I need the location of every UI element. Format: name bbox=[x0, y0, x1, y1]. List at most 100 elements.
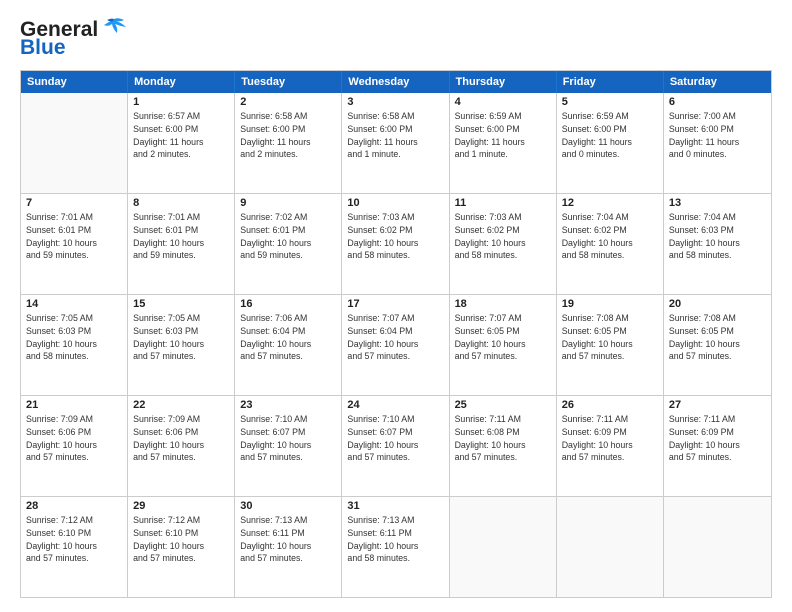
calendar-row: 21 Sunrise: 7:09 AM Sunset: 6:06 PM Dayli… bbox=[21, 395, 771, 496]
day-info: Sunrise: 6:57 AM Sunset: 6:00 PM Dayligh… bbox=[133, 110, 229, 161]
calendar-cell: 31 Sunrise: 7:13 AM Sunset: 6:11 PM Dayli… bbox=[342, 497, 449, 597]
day-info: Sunrise: 7:06 AM Sunset: 6:04 PM Dayligh… bbox=[240, 312, 336, 363]
calendar-cell: 14 Sunrise: 7:05 AM Sunset: 6:03 PM Dayli… bbox=[21, 295, 128, 395]
calendar-header-cell: Friday bbox=[557, 71, 664, 93]
calendar-cell: 1 Sunrise: 6:57 AM Sunset: 6:00 PM Daylig… bbox=[128, 93, 235, 193]
calendar-cell: 13 Sunrise: 7:04 AM Sunset: 6:03 PM Dayli… bbox=[664, 194, 771, 294]
day-info: Sunrise: 7:12 AM Sunset: 6:10 PM Dayligh… bbox=[133, 514, 229, 565]
calendar-cell bbox=[450, 497, 557, 597]
calendar-cell: 18 Sunrise: 7:07 AM Sunset: 6:05 PM Dayli… bbox=[450, 295, 557, 395]
calendar-cell bbox=[21, 93, 128, 193]
calendar-cell: 22Sunrise: 7:09 AM Sunset: 6:06 PM Dayli… bbox=[128, 396, 235, 496]
calendar-cell: 20 Sunrise: 7:08 AM Sunset: 6:05 PM Dayli… bbox=[664, 295, 771, 395]
day-info: Sunrise: 7:07 AM Sunset: 6:04 PM Dayligh… bbox=[347, 312, 443, 363]
day-number: 6 bbox=[669, 96, 766, 108]
calendar-row: 14 Sunrise: 7:05 AM Sunset: 6:03 PM Dayli… bbox=[21, 294, 771, 395]
day-info: Sunrise: 7:07 AM Sunset: 6:05 PM Dayligh… bbox=[455, 312, 551, 363]
day-number: 21 bbox=[26, 399, 122, 411]
calendar-header-cell: Saturday bbox=[664, 71, 771, 93]
day-info: Sunrise: 7:01 AM Sunset: 6:01 PM Dayligh… bbox=[26, 211, 122, 262]
day-number: 24 bbox=[347, 399, 443, 411]
calendar-cell: 17 Sunrise: 7:07 AM Sunset: 6:04 PM Dayli… bbox=[342, 295, 449, 395]
day-number: 9 bbox=[240, 197, 336, 209]
day-info: Sunrise: 7:08 AM Sunset: 6:05 PM Dayligh… bbox=[669, 312, 766, 363]
day-info: Sunrise: 7:09 AM Sunset: 6:06 PM Dayligh… bbox=[133, 413, 229, 464]
day-number: 7 bbox=[26, 197, 122, 209]
calendar-cell: 28 Sunrise: 7:12 AM Sunset: 6:10 PM Dayli… bbox=[21, 497, 128, 597]
calendar-row: 1 Sunrise: 6:57 AM Sunset: 6:00 PM Daylig… bbox=[21, 93, 771, 193]
calendar: SundayMondayTuesdayWednesdayThursdayFrid… bbox=[20, 70, 772, 598]
day-number: 1 bbox=[133, 96, 229, 108]
day-number: 5 bbox=[562, 96, 658, 108]
logo-blue: Blue bbox=[20, 36, 66, 60]
day-info: Sunrise: 7:11 AM Sunset: 6:08 PM Dayligh… bbox=[455, 413, 551, 464]
day-info: Sunrise: 7:01 AM Sunset: 6:01 PM Dayligh… bbox=[133, 211, 229, 262]
day-info: Sunrise: 7:00 AM Sunset: 6:00 PM Dayligh… bbox=[669, 110, 766, 161]
day-number: 15 bbox=[133, 298, 229, 310]
day-number: 26 bbox=[562, 399, 658, 411]
day-number: 12 bbox=[562, 197, 658, 209]
calendar-cell: 3 Sunrise: 6:58 AM Sunset: 6:00 PM Daylig… bbox=[342, 93, 449, 193]
calendar-cell: 15 Sunrise: 7:05 AM Sunset: 6:03 PM Dayli… bbox=[128, 295, 235, 395]
day-info: Sunrise: 7:04 AM Sunset: 6:02 PM Dayligh… bbox=[562, 211, 658, 262]
day-number: 31 bbox=[347, 500, 443, 512]
calendar-cell: 10 Sunrise: 7:03 AM Sunset: 6:02 PM Dayli… bbox=[342, 194, 449, 294]
calendar-cell: 30 Sunrise: 7:13 AM Sunset: 6:11 PM Dayli… bbox=[235, 497, 342, 597]
day-info: Sunrise: 7:12 AM Sunset: 6:10 PM Dayligh… bbox=[26, 514, 122, 565]
day-number: 20 bbox=[669, 298, 766, 310]
logo-bird-icon bbox=[100, 17, 128, 39]
day-number: 17 bbox=[347, 298, 443, 310]
page: General Blue SundayMondayTuesdayWednesda… bbox=[0, 0, 792, 612]
day-info: Sunrise: 6:59 AM Sunset: 6:00 PM Dayligh… bbox=[455, 110, 551, 161]
day-info: Sunrise: 7:13 AM Sunset: 6:11 PM Dayligh… bbox=[240, 514, 336, 565]
logo: General Blue bbox=[20, 18, 128, 60]
day-number: 11 bbox=[455, 197, 551, 209]
day-number: 8 bbox=[133, 197, 229, 209]
calendar-header-cell: Wednesday bbox=[342, 71, 449, 93]
calendar-header-cell: Sunday bbox=[21, 71, 128, 93]
day-info: Sunrise: 7:10 AM Sunset: 6:07 PM Dayligh… bbox=[347, 413, 443, 464]
calendar-cell: 19 Sunrise: 7:08 AM Sunset: 6:05 PM Dayli… bbox=[557, 295, 664, 395]
day-number: 3 bbox=[347, 96, 443, 108]
calendar-cell bbox=[664, 497, 771, 597]
calendar-cell: 24 Sunrise: 7:10 AM Sunset: 6:07 PM Dayli… bbox=[342, 396, 449, 496]
day-number: 27 bbox=[669, 399, 766, 411]
day-info: Sunrise: 7:04 AM Sunset: 6:03 PM Dayligh… bbox=[669, 211, 766, 262]
day-info: Sunrise: 6:58 AM Sunset: 6:00 PM Dayligh… bbox=[347, 110, 443, 161]
day-number: 29 bbox=[133, 500, 229, 512]
day-info: Sunrise: 7:05 AM Sunset: 6:03 PM Dayligh… bbox=[26, 312, 122, 363]
day-number: 14 bbox=[26, 298, 122, 310]
day-number: 30 bbox=[240, 500, 336, 512]
day-info: Sunrise: 7:13 AM Sunset: 6:11 PM Dayligh… bbox=[347, 514, 443, 565]
day-info: Sunrise: 7:03 AM Sunset: 6:02 PM Dayligh… bbox=[347, 211, 443, 262]
day-info: Sunrise: 7:03 AM Sunset: 6:02 PM Dayligh… bbox=[455, 211, 551, 262]
calendar-cell: 26 Sunrise: 7:11 AM Sunset: 6:09 PM Dayli… bbox=[557, 396, 664, 496]
calendar-header-cell: Tuesday bbox=[235, 71, 342, 93]
calendar-cell: 21Sunrise: 7:09 AM Sunset: 6:06 PM Dayli… bbox=[21, 396, 128, 496]
calendar-cell: 16 Sunrise: 7:06 AM Sunset: 6:04 PM Dayli… bbox=[235, 295, 342, 395]
day-number: 19 bbox=[562, 298, 658, 310]
day-info: Sunrise: 7:08 AM Sunset: 6:05 PM Dayligh… bbox=[562, 312, 658, 363]
calendar-cell: 7 Sunrise: 7:01 AM Sunset: 6:01 PM Daylig… bbox=[21, 194, 128, 294]
day-info: Sunrise: 7:05 AM Sunset: 6:03 PM Dayligh… bbox=[133, 312, 229, 363]
day-info: Sunrise: 7:02 AM Sunset: 6:01 PM Dayligh… bbox=[240, 211, 336, 262]
day-number: 10 bbox=[347, 197, 443, 209]
day-number: 25 bbox=[455, 399, 551, 411]
calendar-body: 1 Sunrise: 6:57 AM Sunset: 6:00 PM Daylig… bbox=[21, 93, 771, 597]
day-number: 18 bbox=[455, 298, 551, 310]
day-info: Sunrise: 6:59 AM Sunset: 6:00 PM Dayligh… bbox=[562, 110, 658, 161]
calendar-row: 28 Sunrise: 7:12 AM Sunset: 6:10 PM Dayli… bbox=[21, 496, 771, 597]
calendar-cell: 23Sunrise: 7:10 AM Sunset: 6:07 PM Dayli… bbox=[235, 396, 342, 496]
calendar-cell: 25 Sunrise: 7:11 AM Sunset: 6:08 PM Dayli… bbox=[450, 396, 557, 496]
day-number: 28 bbox=[26, 500, 122, 512]
day-info: Sunrise: 7:11 AM Sunset: 6:09 PM Dayligh… bbox=[562, 413, 658, 464]
calendar-header: SundayMondayTuesdayWednesdayThursdayFrid… bbox=[21, 71, 771, 93]
calendar-header-cell: Monday bbox=[128, 71, 235, 93]
day-number: 16 bbox=[240, 298, 336, 310]
calendar-cell: 29 Sunrise: 7:12 AM Sunset: 6:10 PM Dayli… bbox=[128, 497, 235, 597]
day-info: Sunrise: 7:10 AM Sunset: 6:07 PM Dayligh… bbox=[240, 413, 336, 464]
calendar-cell bbox=[557, 497, 664, 597]
day-number: 2 bbox=[240, 96, 336, 108]
day-number: 13 bbox=[669, 197, 766, 209]
day-number: 4 bbox=[455, 96, 551, 108]
